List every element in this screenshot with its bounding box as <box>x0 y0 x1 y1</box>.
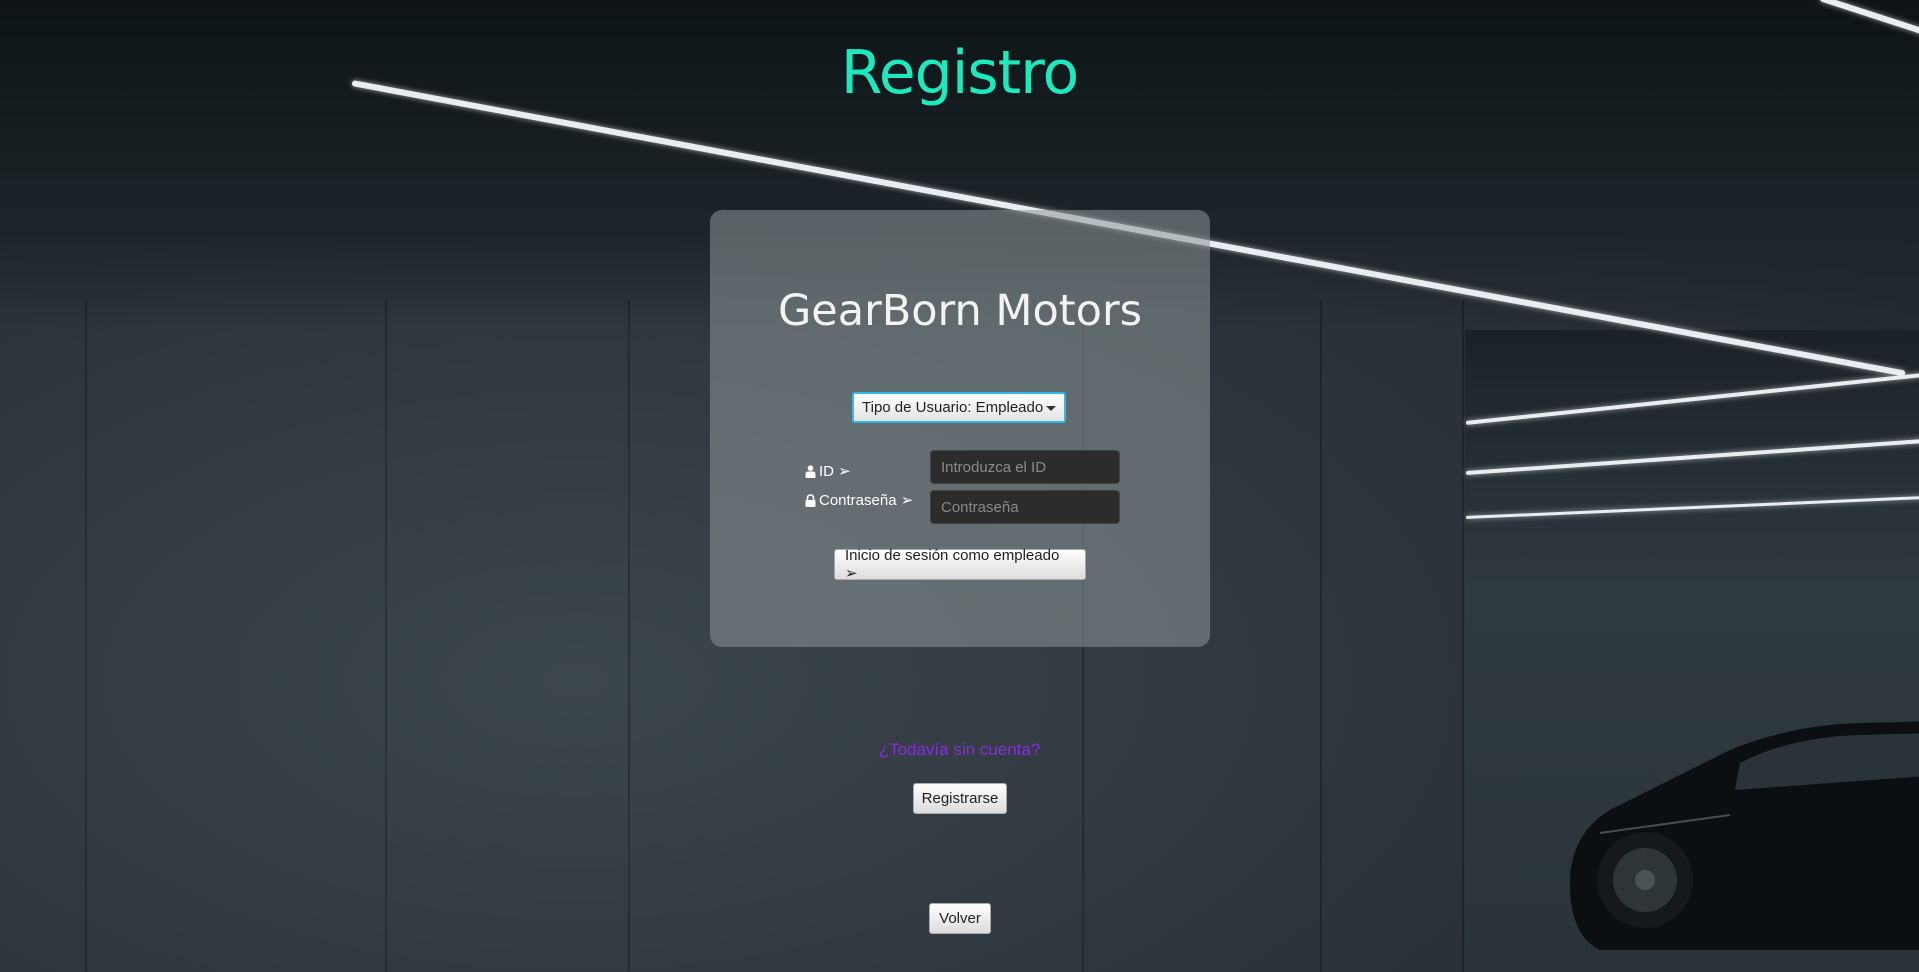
login-card: GearBorn Motors Tipo de Usuario: Emplead… <box>710 210 1210 647</box>
password-label: Contraseña ➢ <box>805 491 913 509</box>
brand-title: GearBorn Motors <box>777 286 1143 336</box>
no-account-text: ¿Todavía sin cuenta? <box>878 740 1041 759</box>
id-label-text: ID ➢ <box>819 463 851 480</box>
chevron-down-icon <box>1046 406 1056 411</box>
back-button[interactable]: Volver <box>929 903 991 934</box>
wall-seam <box>385 300 387 972</box>
wall-seam <box>628 300 630 972</box>
wall-seam <box>1320 300 1322 972</box>
password-input[interactable] <box>930 490 1120 524</box>
employee-login-button[interactable]: Inicio de sesión como empleado ➢ <box>834 547 1086 582</box>
password-label-text: Contraseña ➢ <box>819 492 914 509</box>
wall-seam <box>85 300 87 972</box>
user-type-select[interactable]: Tipo de Usuario: Empleado <box>852 392 1066 423</box>
lock-icon <box>805 493 816 507</box>
user-type-value: Tipo de Usuario: Empleado <box>862 399 1044 416</box>
id-input[interactable] <box>930 450 1120 484</box>
id-label: ID ➢ <box>805 462 851 480</box>
register-button[interactable]: Registrarse <box>913 783 1007 814</box>
page-title: Registro <box>840 38 1080 108</box>
wall-seam <box>1462 300 1464 972</box>
person-icon <box>805 464 816 478</box>
